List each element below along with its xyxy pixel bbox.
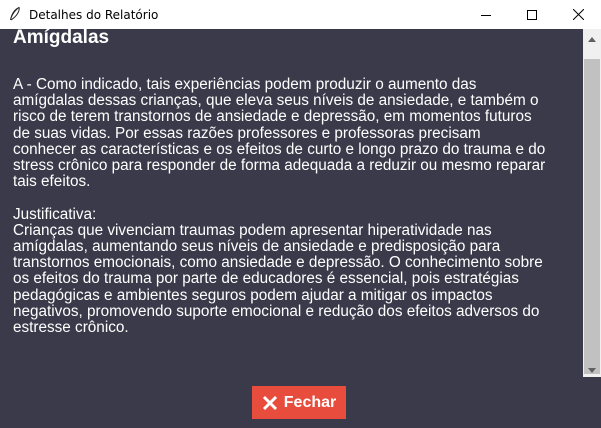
maximize-button[interactable] — [509, 0, 555, 29]
window-title: Detalhes do Relatório — [29, 8, 159, 22]
feather-icon — [8, 6, 22, 22]
close-icon — [572, 9, 584, 20]
x-icon — [262, 395, 278, 411]
maximize-icon — [527, 9, 537, 20]
scroll-up-button[interactable] — [583, 29, 601, 46]
vertical-scrollbar[interactable] — [583, 29, 601, 377]
minimize-icon — [481, 10, 491, 20]
title-bar: Detalhes do Relatório — [0, 0, 601, 29]
dialog-footer: Fechar — [0, 377, 601, 428]
report-content: Amígdalas A - Como indicado, tais experi… — [0, 29, 583, 377]
minimize-button[interactable] — [463, 0, 509, 29]
fechar-label: Fechar — [283, 393, 337, 411]
chevron-down-icon — [588, 360, 596, 378]
chevron-up-icon — [588, 29, 596, 47]
report-heading: Amígdalas — [13, 29, 110, 48]
fechar-button[interactable]: Fechar — [252, 386, 346, 419]
scroll-down-button[interactable] — [583, 360, 601, 377]
scroll-thumb[interactable] — [584, 59, 600, 374]
window-close-button[interactable] — [555, 0, 601, 29]
report-text: A - Como indicado, tais experiências pod… — [13, 76, 546, 337]
